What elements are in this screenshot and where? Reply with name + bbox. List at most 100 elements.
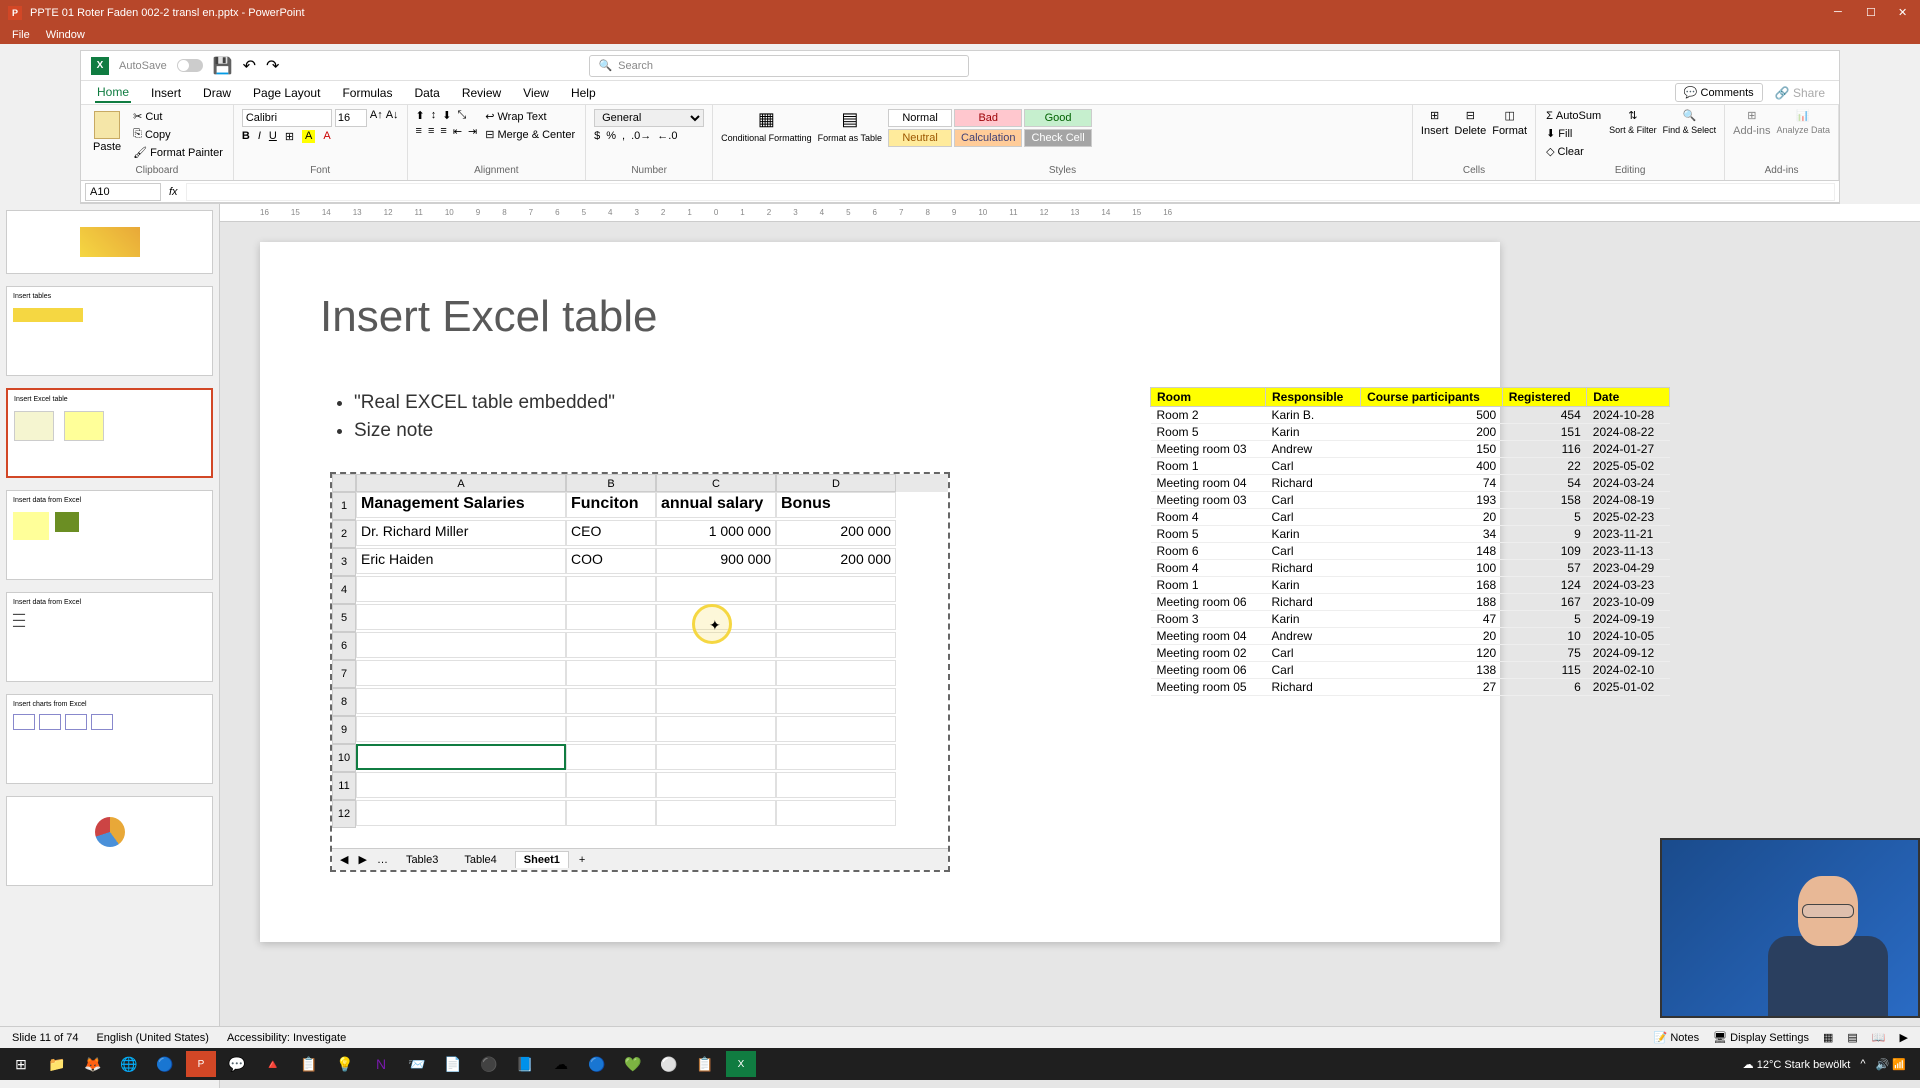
- align-bottom-icon[interactable]: ⬇: [442, 109, 451, 122]
- taskbar-app8-icon[interactable]: ☁: [546, 1051, 576, 1077]
- col-header-A[interactable]: A: [356, 474, 566, 492]
- slide-thumb-13[interactable]: 13 Insert data from Excel━━━━━━━━━━━━: [6, 592, 213, 682]
- row-header-5[interactable]: 5: [332, 604, 356, 632]
- cell-B5[interactable]: [566, 604, 656, 630]
- row-header-8[interactable]: 8: [332, 688, 356, 716]
- cell-D7[interactable]: [776, 660, 896, 686]
- tab-insert[interactable]: Insert: [149, 84, 183, 102]
- cell-C12[interactable]: [656, 800, 776, 826]
- taskbar-chrome-icon[interactable]: 🌐: [114, 1051, 144, 1077]
- font-color-button[interactable]: A: [323, 130, 330, 143]
- slide-thumb-11[interactable]: 11 Insert Excel table: [6, 388, 213, 478]
- tab-help[interactable]: Help: [569, 84, 598, 102]
- taskbar-app7-icon[interactable]: 📘: [510, 1051, 540, 1077]
- row-header-9[interactable]: 9: [332, 716, 356, 744]
- cell-B7[interactable]: [566, 660, 656, 686]
- row-header-6[interactable]: 6: [332, 632, 356, 660]
- slide-canvas[interactable]: Insert Excel table "Real EXCEL table emb…: [260, 242, 1500, 942]
- start-button[interactable]: ⊞: [6, 1051, 36, 1077]
- tab-formulas[interactable]: Formulas: [340, 84, 394, 102]
- cell-D6[interactable]: [776, 632, 896, 658]
- menu-file[interactable]: File: [12, 29, 30, 41]
- close-button[interactable]: ✕: [1898, 6, 1912, 20]
- align-right-icon[interactable]: ≡: [440, 125, 446, 138]
- style-calculation[interactable]: Calculation: [954, 129, 1022, 147]
- tab-page-layout[interactable]: Page Layout: [251, 84, 322, 102]
- cell-B8[interactable]: [566, 688, 656, 714]
- cell-D9[interactable]: [776, 716, 896, 742]
- view-sorter-icon[interactable]: ▤: [1847, 1031, 1857, 1044]
- underline-button[interactable]: U: [269, 130, 277, 143]
- cell-C9[interactable]: [656, 716, 776, 742]
- comma-icon[interactable]: ,: [622, 130, 625, 142]
- slide-thumb-15[interactable]: 15: [6, 796, 213, 886]
- cell-C4[interactable]: [656, 576, 776, 602]
- taskbar-app-icon[interactable]: 💬: [222, 1051, 252, 1077]
- cell-B4[interactable]: [566, 576, 656, 602]
- save-icon[interactable]: 💾: [213, 56, 233, 76]
- name-box[interactable]: [85, 183, 161, 201]
- cell-C11[interactable]: [656, 772, 776, 798]
- cut-button[interactable]: ✂Cut: [131, 109, 225, 124]
- find-button[interactable]: Find & Select: [1663, 125, 1717, 135]
- cell-B12[interactable]: [566, 800, 656, 826]
- autosave-toggle[interactable]: [177, 59, 203, 72]
- cell-A2[interactable]: Dr. Richard Miller: [356, 520, 566, 546]
- align-middle-icon[interactable]: ↕: [431, 109, 437, 122]
- cell-B9[interactable]: [566, 716, 656, 742]
- style-normal[interactable]: Normal: [888, 109, 952, 127]
- taskbar-powerpoint-icon[interactable]: P: [186, 1051, 216, 1077]
- row-header-12[interactable]: 12: [332, 800, 356, 828]
- paste-button[interactable]: Paste: [89, 109, 125, 155]
- row-header-2[interactable]: 2: [332, 520, 356, 548]
- format-painter-button[interactable]: 🖌Format Painter: [131, 145, 225, 160]
- style-neutral[interactable]: Neutral: [888, 129, 952, 147]
- col-header-B[interactable]: B: [566, 474, 656, 492]
- taskbar-edge-icon[interactable]: 🔵: [150, 1051, 180, 1077]
- sheet-tab-sheet1[interactable]: Sheet1: [515, 851, 569, 868]
- cell-A5[interactable]: [356, 604, 566, 630]
- taskbar-vlc-icon[interactable]: 🔺: [258, 1051, 288, 1077]
- fill-button[interactable]: ⬇ Fill: [1544, 126, 1603, 141]
- taskbar-app9-icon[interactable]: ⚪: [654, 1051, 684, 1077]
- align-left-icon[interactable]: ≡: [416, 125, 422, 138]
- taskbar-app2-icon[interactable]: 📋: [294, 1051, 324, 1077]
- tab-data[interactable]: Data: [412, 84, 441, 102]
- taskbar-app5-icon[interactable]: 📄: [438, 1051, 468, 1077]
- sheet-nav-next[interactable]: ▶: [358, 853, 366, 866]
- cell-D12[interactable]: [776, 800, 896, 826]
- fx-icon[interactable]: fx: [169, 186, 178, 198]
- cell-A4[interactable]: [356, 576, 566, 602]
- style-bad[interactable]: Bad: [954, 109, 1022, 127]
- cell-A6[interactable]: [356, 632, 566, 658]
- col-header-D[interactable]: D: [776, 474, 896, 492]
- percent-icon[interactable]: %: [606, 130, 616, 142]
- row-header-4[interactable]: 4: [332, 576, 356, 604]
- formula-input[interactable]: [186, 183, 1835, 201]
- cell-A8[interactable]: [356, 688, 566, 714]
- indent-inc-icon[interactable]: ⇥: [468, 125, 477, 138]
- cell-D4[interactable]: [776, 576, 896, 602]
- embedded-excel-object[interactable]: ABCD1Management SalariesFuncitonannual s…: [330, 472, 950, 872]
- tab-view[interactable]: View: [521, 84, 551, 102]
- taskbar-excel-icon[interactable]: X: [726, 1051, 756, 1077]
- cell-D8[interactable]: [776, 688, 896, 714]
- weather-widget[interactable]: ☁ 12°C Stark bewölkt: [1743, 1058, 1851, 1071]
- view-normal-icon[interactable]: ▦: [1823, 1031, 1833, 1044]
- cell-B11[interactable]: [566, 772, 656, 798]
- slide-thumb-14[interactable]: 14 Insert charts from Excel: [6, 694, 213, 784]
- wrap-text-button[interactable]: ↩Wrap Text: [483, 109, 577, 124]
- cell-D3[interactable]: 200 000: [776, 548, 896, 574]
- border-button[interactable]: ⊞: [285, 130, 294, 143]
- cell-A10[interactable]: [356, 744, 566, 770]
- font-size-select[interactable]: [335, 109, 367, 127]
- menu-window[interactable]: Window: [46, 29, 85, 41]
- cell-C2[interactable]: 1 000 000: [656, 520, 776, 546]
- sheet-nav-prev[interactable]: ◀: [340, 853, 348, 866]
- taskbar-app3-icon[interactable]: 💡: [330, 1051, 360, 1077]
- taskbar-app6-icon[interactable]: ⚫: [474, 1051, 504, 1077]
- row-header-1[interactable]: 1: [332, 492, 356, 520]
- language-indicator[interactable]: English (United States): [96, 1032, 209, 1044]
- notes-button[interactable]: 📝 Notes: [1654, 1031, 1700, 1044]
- style-check-cell[interactable]: Check Cell: [1024, 129, 1091, 147]
